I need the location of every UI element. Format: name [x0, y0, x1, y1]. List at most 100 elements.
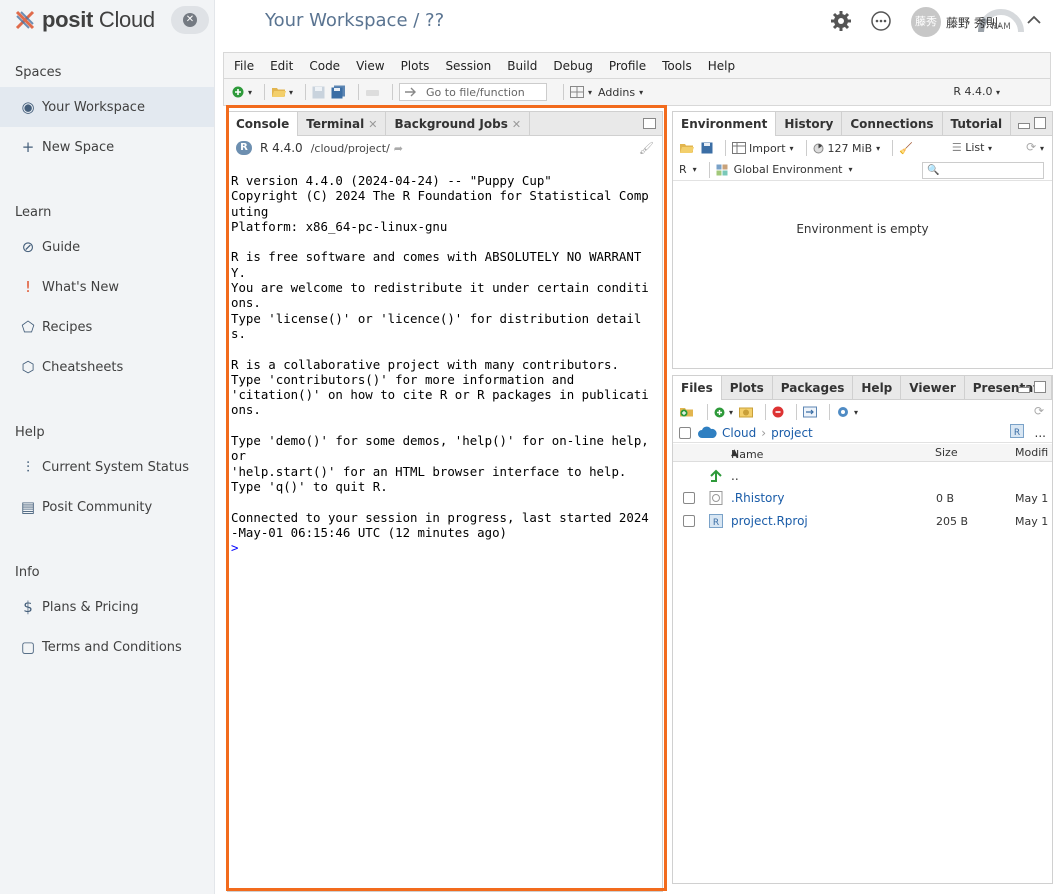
environment-select[interactable]: Global Environment ▾: [716, 163, 853, 176]
save-workspace-button[interactable]: [701, 142, 713, 154]
close-tab-icon[interactable]: ✕: [368, 118, 377, 131]
go-to-dir-icon[interactable]: ➦: [394, 142, 403, 155]
menu-item[interactable]: Edit: [270, 59, 293, 73]
file-name[interactable]: project.Rproj: [731, 514, 808, 528]
sidebar-item-pentagon[interactable]: ⬠ Recipes: [0, 307, 214, 347]
save-button[interactable]: [312, 86, 325, 99]
menu-item[interactable]: Tools: [662, 59, 692, 73]
sidebar-item-hexagon[interactable]: ⬡ Cheatsheets: [0, 347, 214, 387]
list-view-button[interactable]: ☰ List ▾: [952, 141, 992, 154]
console-pane: Console Terminal ✕ Background Jobs ✕ R R 4.4…: [227, 111, 663, 892]
close-tab-icon[interactable]: ✕: [512, 118, 521, 131]
breadcrumb-cloud[interactable]: Cloud: [722, 426, 756, 440]
upload-button[interactable]: [739, 406, 754, 418]
exclamation-icon: !: [24, 278, 31, 296]
column-modified-header[interactable]: Modifi: [1015, 446, 1048, 459]
minimize-pane-icon[interactable]: [1018, 123, 1030, 129]
sidebar-item-person[interactable]: ◉ Your Workspace: [0, 87, 214, 127]
menu-item[interactable]: Session: [445, 59, 491, 73]
pane-layout-button[interactable]: ▾: [570, 86, 592, 98]
load-workspace-button[interactable]: [679, 142, 695, 154]
menu-item[interactable]: Help: [708, 59, 735, 73]
rstudio-ide: File Edit Code View Plots Session Build Debug Pr…: [223, 52, 1053, 894]
tab-console[interactable]: Console: [228, 112, 299, 136]
save-all-button[interactable]: [331, 85, 346, 99]
sidebar-item-dollar[interactable]: $ Plans & Pricing: [0, 587, 214, 627]
tab-files-1[interactable]: Plots: [722, 376, 773, 400]
table-row[interactable]: Rproject.Rproj 205 B May 1: [673, 511, 1052, 533]
collapse-sidebar-button[interactable]: ✕: [171, 6, 209, 34]
environment-search-input[interactable]: 🔍: [922, 162, 1044, 179]
delete-button[interactable]: [772, 406, 784, 418]
username[interactable]: 藤野 秀則.: [946, 14, 1002, 31]
tab-env-2[interactable]: Connections: [842, 112, 943, 136]
sidebar-item-exclamation[interactable]: ! What's New: [0, 267, 214, 307]
new-blank-file-button[interactable]: ▾: [714, 407, 733, 418]
file-modified: May 1: [1015, 515, 1049, 528]
posit-logo[interactable]: posit Cloud: [14, 7, 155, 32]
refresh-files-icon[interactable]: ⟳: [1034, 404, 1044, 418]
tab-files-3[interactable]: Help: [853, 376, 902, 400]
row-checkbox[interactable]: [683, 492, 695, 504]
tab-files-0[interactable]: Files: [673, 376, 722, 400]
rename-button[interactable]: [803, 406, 818, 418]
tab-env-0[interactable]: Environment: [673, 112, 777, 136]
minimize-pane-icon[interactable]: [1018, 387, 1030, 393]
memory-usage-button[interactable]: 127 MiB ▾: [813, 142, 880, 155]
maximize-pane-icon[interactable]: [1034, 381, 1046, 393]
more-options-icon[interactable]: [870, 10, 892, 32]
more-button[interactable]: ▾: [836, 405, 858, 419]
print-button[interactable]: [365, 86, 380, 98]
gear-icon[interactable]: [830, 10, 852, 32]
console-prompt[interactable]: >: [231, 540, 238, 555]
import-dataset-button[interactable]: Import ▾: [732, 142, 794, 155]
tab-files-4[interactable]: Viewer: [901, 376, 965, 400]
sidebar-item-compass[interactable]: ⊘ Guide: [0, 227, 214, 267]
project-icon[interactable]: R: [1010, 424, 1024, 441]
sidebar-item-document[interactable]: ▢ Terms and Conditions: [0, 627, 214, 667]
go-to-file-input[interactable]: Go to file/function: [399, 83, 548, 101]
new-folder-button[interactable]: [679, 406, 695, 418]
tab-env-3[interactable]: Tutorial: [943, 112, 1012, 136]
menu-item[interactable]: File: [234, 59, 254, 73]
row-checkbox[interactable]: [683, 515, 695, 527]
column-size-header[interactable]: Size: [935, 446, 958, 459]
avatar[interactable]: 藤秀: [911, 7, 941, 37]
menu-item[interactable]: Plots: [401, 59, 430, 73]
chevron-up-icon[interactable]: [1025, 11, 1043, 29]
open-file-button[interactable]: ▾: [271, 86, 293, 98]
maximize-pane-icon[interactable]: [1034, 117, 1046, 129]
breadcrumb-project[interactable]: project: [771, 426, 813, 440]
new-file-button[interactable]: ▾: [232, 86, 252, 98]
sidebar-item-plus[interactable]: + New Space: [0, 127, 214, 167]
refresh-icon[interactable]: ⟳ ▾: [1026, 140, 1044, 154]
addins-button[interactable]: Addins ▾: [598, 86, 643, 99]
chat-icon: ▤: [20, 498, 36, 516]
r-version-button[interactable]: R 4.4.0 ▾: [953, 85, 1000, 98]
restore-pane-icon[interactable]: [643, 118, 656, 129]
tab-terminal[interactable]: Terminal ✕: [298, 112, 387, 136]
sidebar-item-pulse[interactable]: ⫶ Current System Status: [0, 447, 214, 487]
file-name[interactable]: .Rhistory: [731, 491, 784, 505]
parent-dir-label[interactable]: ..: [731, 469, 739, 483]
tab-background-jobs[interactable]: Background Jobs ✕: [386, 112, 531, 136]
clear-console-icon[interactable]: 🖌: [639, 141, 654, 155]
menu-item[interactable]: Code: [309, 59, 340, 73]
more-path-button[interactable]: ...: [1035, 426, 1046, 440]
environment-scope-bar: R ▾ Global Environment ▾ 🔍: [673, 159, 1052, 181]
parent-dir-row[interactable]: ..: [673, 466, 1052, 488]
menu-item[interactable]: Build: [507, 59, 537, 73]
language-select[interactable]: R ▾: [679, 163, 697, 176]
tab-label: Console: [236, 117, 290, 131]
sidebar-item-chat[interactable]: ▤ Posit Community: [0, 487, 214, 527]
menu-item[interactable]: Profile: [609, 59, 646, 73]
console-working-dir[interactable]: /cloud/project/: [311, 142, 390, 155]
menu-item[interactable]: View: [356, 59, 384, 73]
clear-workspace-button[interactable]: 🧹: [899, 142, 913, 155]
table-row[interactable]: .Rhistory 0 B May 1: [673, 488, 1052, 510]
menu-item[interactable]: Debug: [553, 59, 592, 73]
tab-files-2[interactable]: Packages: [773, 376, 854, 400]
tab-env-1[interactable]: History: [776, 112, 843, 136]
select-all-checkbox[interactable]: [679, 426, 691, 439]
console-output[interactable]: R version 4.4.0 (2024-04-24) -- "Puppy C…: [231, 173, 661, 555]
